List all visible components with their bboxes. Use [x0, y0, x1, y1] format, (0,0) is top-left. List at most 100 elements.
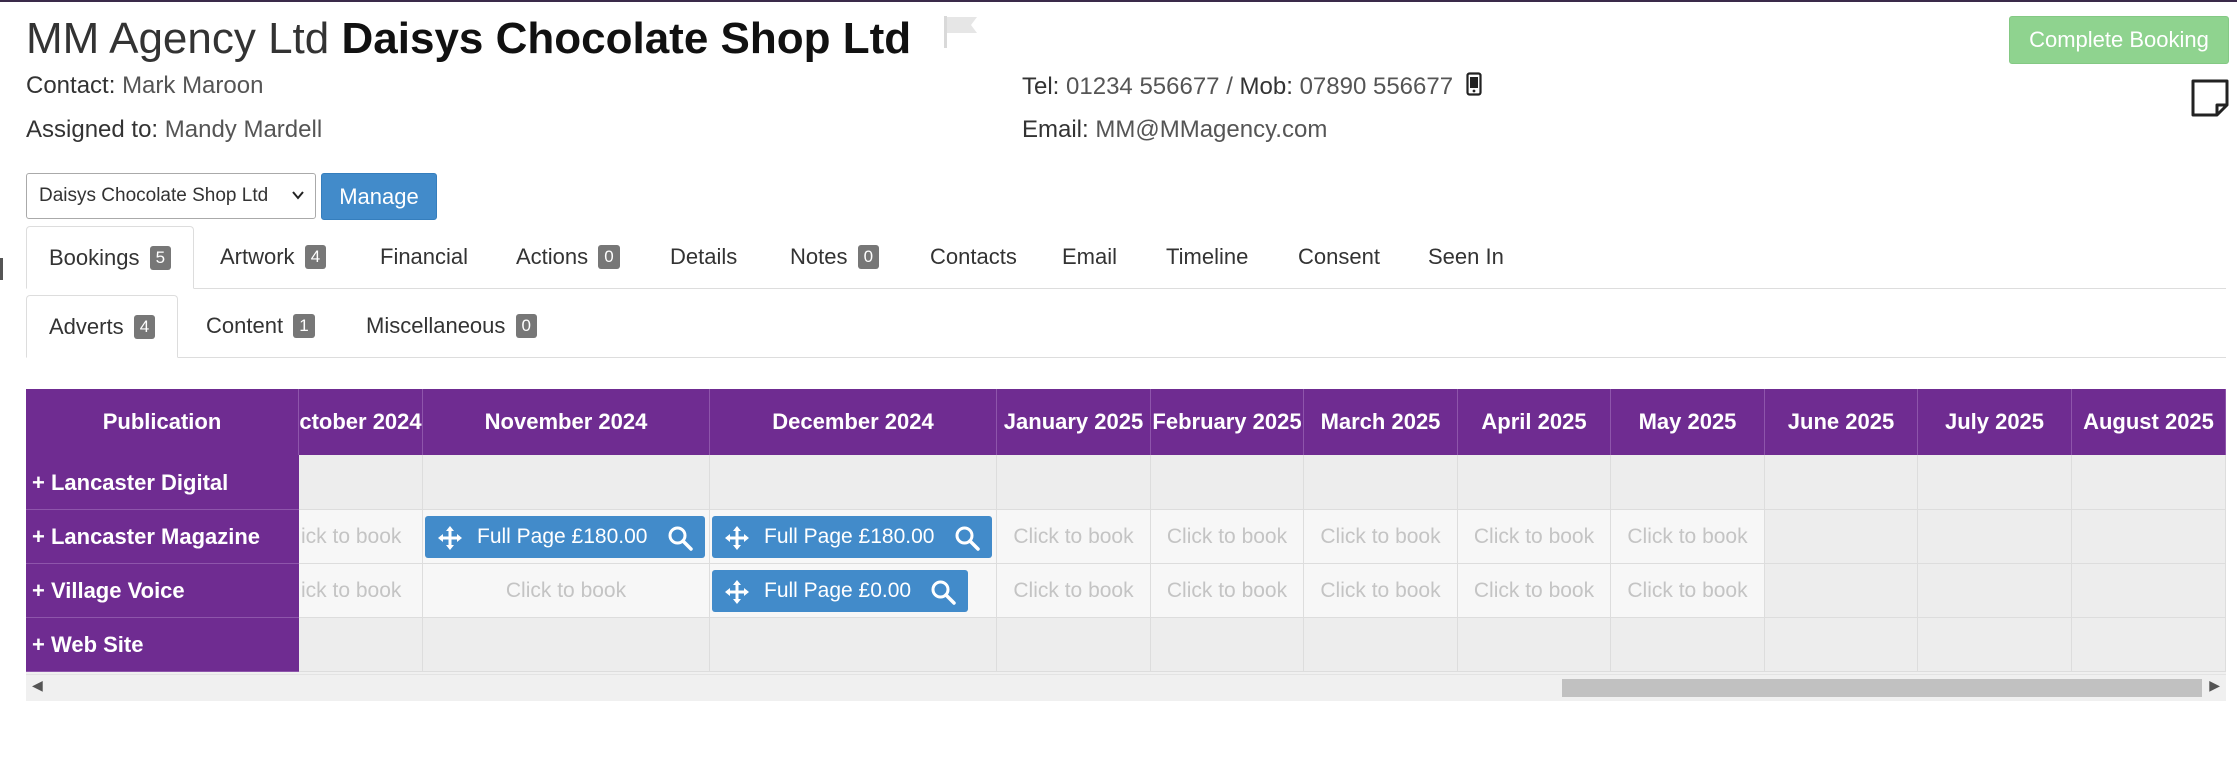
- tab-label: Email: [1062, 244, 1118, 269]
- booking-cell: [2072, 618, 2226, 672]
- publication-row-lancaster-magazine[interactable]: + Lancaster Magazine: [26, 510, 299, 564]
- click-to-book-cell[interactable]: Click to book: [423, 564, 710, 618]
- tab-label: Bookings: [49, 245, 140, 270]
- tab-artwork[interactable]: Artwork 4: [198, 226, 348, 288]
- booking-cell: [1765, 618, 1918, 672]
- month-header: April 2025: [1458, 389, 1611, 455]
- publication-row-village-voice[interactable]: + Village Voice: [26, 564, 299, 618]
- tab-label: Adverts: [49, 314, 124, 339]
- page-title: MM Agency Ltd Daisys Chocolate Shop Ltd: [26, 12, 981, 66]
- top-border: [0, 0, 2237, 2]
- mob-value[interactable]: 07890 556677: [1300, 73, 1454, 100]
- booking-cell: [1765, 455, 1918, 510]
- booking-cell: [1918, 510, 2072, 564]
- tel-value[interactable]: 01234 556677: [1066, 73, 1220, 100]
- tab-bookings[interactable]: Bookings 5: [26, 226, 195, 289]
- scroll-left-icon[interactable]: ◀: [32, 677, 43, 694]
- booking-cell: [1918, 618, 2072, 672]
- email-value[interactable]: MM@MMagency.com: [1095, 116, 1327, 143]
- month-header: March 2025: [1304, 389, 1458, 455]
- booking-cell: [1151, 455, 1304, 510]
- tab-contacts[interactable]: Contacts: [908, 226, 1039, 288]
- click-to-book-cell[interactable]: Click to book: [997, 564, 1151, 618]
- tab-label: Seen In: [1428, 244, 1504, 269]
- tab-notes[interactable]: Notes 0: [768, 226, 901, 288]
- move-icon[interactable]: [724, 578, 750, 617]
- tab-email[interactable]: Email: [1040, 226, 1139, 288]
- tab-badge: 5: [149, 246, 172, 270]
- email-line: Email: MM@MMagency.com: [1022, 116, 1327, 144]
- tab-badge: 1: [293, 314, 315, 338]
- publication-row-lancaster-digital[interactable]: + Lancaster Digital: [26, 455, 299, 510]
- click-to-book-cell[interactable]: ick to book: [299, 510, 423, 564]
- month-header: ctober 2024: [299, 389, 423, 455]
- scroll-right-icon[interactable]: ▶: [2209, 677, 2220, 694]
- click-to-book-cell[interactable]: Click to book: [1611, 510, 1765, 564]
- click-to-book-cell[interactable]: Click to book: [1458, 510, 1611, 564]
- search-icon[interactable]: [667, 524, 693, 563]
- sticky-note-icon[interactable]: [2190, 78, 2230, 123]
- booking-cell: [997, 455, 1151, 510]
- booking-label: Full Page £180.00: [477, 525, 648, 548]
- booking-cell: [1918, 564, 2072, 618]
- search-icon[interactable]: [930, 578, 956, 617]
- tab-seen-in[interactable]: Seen In: [1406, 226, 1526, 288]
- flag-icon[interactable]: [941, 9, 981, 63]
- assigned-label: Assigned to:: [26, 116, 159, 143]
- tab-badge: 4: [133, 315, 156, 339]
- phone-line: Tel: 01234 556677 / Mob: 07890 556677: [1022, 72, 1482, 103]
- booking-cell: [710, 618, 997, 672]
- booking-cell: [2072, 564, 2226, 618]
- booking-cell: [1611, 455, 1765, 510]
- click-to-book-cell[interactable]: Click to book: [997, 510, 1151, 564]
- tab-details[interactable]: Details: [648, 226, 759, 288]
- tab-timeline[interactable]: Timeline: [1144, 226, 1270, 288]
- tab-content[interactable]: Content 1: [184, 295, 337, 357]
- account-select-value: Daisys Chocolate Shop Ltd: [39, 185, 269, 206]
- tab-badge: 4: [304, 245, 327, 269]
- phone-icon[interactable]: [1466, 72, 1482, 103]
- click-to-book-cell[interactable]: Click to book: [1611, 564, 1765, 618]
- tab-label: Actions: [516, 244, 589, 269]
- contact-label: Contact:: [26, 72, 116, 99]
- click-to-book-cell[interactable]: Click to book: [1458, 564, 1611, 618]
- horizontal-scrollbar[interactable]: ◀ ▶: [26, 674, 2226, 701]
- tab-badge: 0: [598, 245, 620, 269]
- click-to-book-cell[interactable]: Click to book: [1151, 564, 1304, 618]
- tab-label: Consent: [1298, 244, 1380, 269]
- tel-label: Tel:: [1022, 72, 1060, 100]
- tab-financial[interactable]: Financial: [358, 226, 490, 288]
- publication-row-web-site[interactable]: + Web Site: [26, 618, 299, 672]
- move-icon[interactable]: [724, 524, 750, 563]
- click-to-book-cell[interactable]: Click to book: [1304, 510, 1458, 564]
- booking-cell: [1765, 510, 1918, 564]
- click-to-book-cell[interactable]: Click to book: [1304, 564, 1458, 618]
- tab-label: Financial: [380, 244, 469, 269]
- tab-actions[interactable]: Actions 0: [494, 226, 642, 288]
- tab-label: Artwork: [220, 244, 295, 269]
- booking-cell: Full Page £180.00: [710, 510, 997, 564]
- booking-chip[interactable]: Full Page £180.00: [712, 516, 992, 558]
- complete-booking-button[interactable]: Complete Booking: [2009, 16, 2229, 64]
- manage-button[interactable]: Manage: [321, 173, 437, 220]
- month-header: January 2025: [997, 389, 1151, 455]
- tab-badge: 0: [857, 245, 880, 269]
- booking-cell: [299, 618, 423, 672]
- tab-miscellaneous[interactable]: Miscellaneous 0: [344, 295, 559, 357]
- booking-cell: [710, 455, 997, 510]
- tab-consent[interactable]: Consent: [1276, 226, 1402, 288]
- mob-label: Mob:: [1239, 72, 1293, 100]
- tab-adverts[interactable]: Adverts 4: [26, 295, 179, 358]
- search-icon[interactable]: [954, 524, 980, 563]
- main-tabs: Bookings 5 Artwork 4 Financial Actions 0…: [26, 226, 2226, 289]
- click-to-book-cell[interactable]: ick to book: [299, 564, 423, 618]
- booking-chip[interactable]: Full Page £180.00: [425, 516, 705, 558]
- month-header: May 2025: [1611, 389, 1765, 455]
- booking-chip[interactable]: Full Page £0.00: [712, 570, 968, 612]
- move-icon[interactable]: [437, 524, 463, 563]
- booking-cell: [1304, 455, 1458, 510]
- account-select[interactable]: Daisys Chocolate Shop Ltd: [26, 173, 316, 219]
- tab-label: Miscellaneous: [366, 313, 506, 338]
- scrollbar-thumb[interactable]: [1562, 679, 2202, 697]
- click-to-book-cell[interactable]: Click to book: [1151, 510, 1304, 564]
